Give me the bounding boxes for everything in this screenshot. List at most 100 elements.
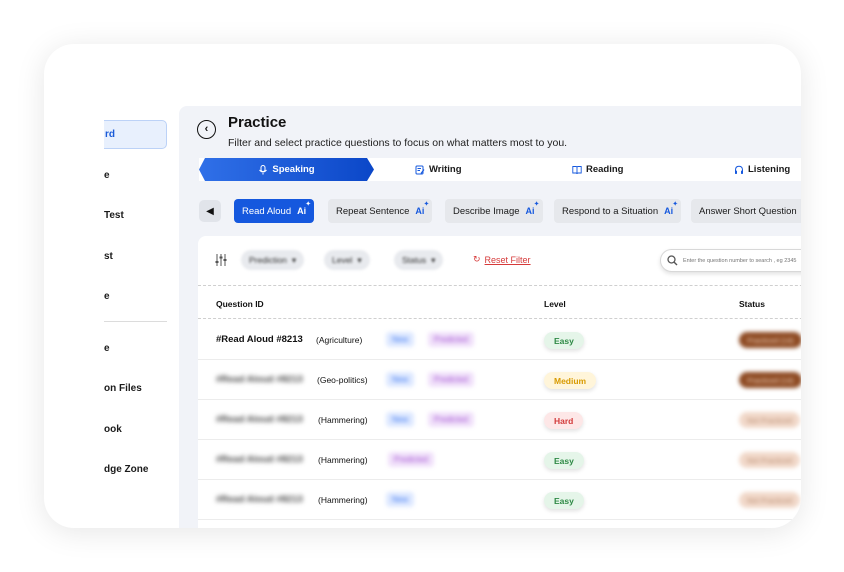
back-button[interactable]: ‹ xyxy=(197,120,216,139)
predicted-badge: Predicted xyxy=(428,412,474,427)
column-header-status: Status xyxy=(739,299,765,309)
sidebar-item-label: on Files xyxy=(104,383,142,394)
level-filter-dropdown[interactable]: Level ▾ xyxy=(324,250,370,270)
skill-tabs: Speaking Writing Reading Listening xyxy=(199,158,801,181)
sidebar-divider xyxy=(104,321,167,322)
level-badge: Easy xyxy=(544,332,584,349)
sidebar-item-6[interactable]: e xyxy=(104,343,110,354)
chevron-down-icon: ▾ xyxy=(431,254,436,265)
sidebar-item-dashboard[interactable]: rd xyxy=(104,120,167,149)
qtype-label: Read Aloud xyxy=(242,205,292,217)
status-badge: Practiced (14) xyxy=(739,372,801,388)
tab-label: Writing xyxy=(429,164,462,175)
status-badge: Not Practiced xyxy=(739,492,801,508)
sidebar-item-test[interactable]: Test xyxy=(104,210,124,221)
app-frame: rd e Test st e e on Files ook dge Zone ‹… xyxy=(104,106,801,528)
prediction-filter-dropdown[interactable]: Prediction ▾ xyxy=(241,250,305,270)
filter-label: Status xyxy=(402,255,427,265)
questions-panel: Prediction ▾ Level ▾ Status ▾ ↻ Reset Fi… xyxy=(198,236,801,528)
search-input[interactable] xyxy=(683,257,801,264)
qtype-answer-short-question[interactable]: Answer Short Question Ai xyxy=(691,199,801,223)
page-title: Practice xyxy=(228,114,287,131)
predicted-badge: Predicted xyxy=(428,372,474,387)
sidebar-item-book[interactable]: ook xyxy=(104,424,122,435)
sidebar-item-2[interactable]: e xyxy=(104,170,110,181)
sidebar-item-4[interactable]: st xyxy=(104,251,113,262)
tab-reading[interactable]: Reading xyxy=(572,158,623,181)
qtype-label: Respond to a Situation xyxy=(562,205,659,217)
sidebar-item-5[interactable]: e xyxy=(104,291,110,302)
sidebar-item-label: rd xyxy=(105,129,115,140)
qtype-read-aloud[interactable]: Read Aloud Ai xyxy=(234,199,315,223)
qtype-repeat-sentence[interactable]: Repeat Sentence Ai xyxy=(328,199,433,223)
new-badge: New xyxy=(386,372,415,387)
question-id: #Read Aloud #8213 xyxy=(216,494,303,505)
table-row[interactable]: #Read Aloud #8213 (Agriculture) New Pred… xyxy=(198,320,801,360)
level-badge: Easy xyxy=(544,492,584,509)
sidebar-item-files[interactable]: on Files xyxy=(104,383,142,394)
tab-label: Reading xyxy=(586,164,624,175)
filter-label: Prediction xyxy=(249,255,287,265)
predicted-badge: Predicted xyxy=(388,452,434,467)
sidebar: rd e Test st e e on Files ook dge Zone xyxy=(104,106,179,528)
mic-icon xyxy=(259,164,268,174)
chevron-left-icon: ◀ xyxy=(206,205,214,217)
book-icon xyxy=(572,165,582,174)
filter-label: Level xyxy=(332,255,353,265)
status-badge: Not Practiced xyxy=(739,412,801,428)
question-id: #Read Aloud #8213 xyxy=(216,334,303,345)
qtype-label: Answer Short Question xyxy=(699,205,797,217)
sidebar-item-label: Test xyxy=(104,210,124,221)
table-row[interactable]: #Read Aloud #8213 (Hammering) Predicted … xyxy=(198,440,801,480)
tab-writing[interactable]: Writing xyxy=(415,158,462,181)
sliders-icon[interactable] xyxy=(214,253,228,267)
main-content: ‹ Practice Filter and select practice qu… xyxy=(179,106,801,528)
sidebar-item-label: ook xyxy=(104,424,122,435)
question-id: #Read Aloud #8213 xyxy=(216,414,303,425)
question-topic: (Geo-politics) xyxy=(317,375,368,385)
level-badge: Hard xyxy=(544,412,584,429)
device-card: rd e Test st e e on Files ook dge Zone ‹… xyxy=(44,44,801,528)
question-topic: (Hammering) xyxy=(318,455,368,465)
column-header-id: Question ID xyxy=(216,299,264,309)
sidebar-item-label: dge Zone xyxy=(104,464,149,475)
table-row[interactable]: #Read Aloud #8213 (Geo-politics) New Pre… xyxy=(198,360,801,400)
qtype-describe-image[interactable]: Describe Image Ai xyxy=(445,199,543,223)
refresh-icon: ↻ xyxy=(473,254,481,264)
table-row[interactable]: #Read Aloud #8213 (Hammering) New Predic… xyxy=(198,400,801,440)
tab-label: Speaking xyxy=(272,164,315,175)
headphones-icon xyxy=(735,165,743,174)
reset-filter-link[interactable]: ↻ Reset Filter xyxy=(473,254,531,265)
level-badge: Medium xyxy=(544,372,597,389)
filter-divider xyxy=(198,285,801,286)
chevron-down-icon: ▾ xyxy=(291,254,297,265)
sidebar-item-knowledge-zone[interactable]: dge Zone xyxy=(104,464,148,475)
new-badge: New xyxy=(386,332,415,347)
question-types-prev-button[interactable]: ◀ xyxy=(199,200,221,222)
ai-sparkle-icon: Ai xyxy=(664,200,678,216)
tab-speaking[interactable]: Speaking xyxy=(199,158,374,181)
level-badge: Easy xyxy=(544,452,584,469)
question-search[interactable] xyxy=(660,249,801,272)
header-divider xyxy=(198,318,801,319)
sidebar-item-label: e xyxy=(104,170,110,181)
status-filter-dropdown[interactable]: Status ▾ xyxy=(394,250,444,270)
question-id: #Read Aloud #8213 xyxy=(216,374,303,385)
qtype-respond-situation[interactable]: Respond to a Situation Ai xyxy=(554,199,682,223)
pencil-doc-icon xyxy=(415,165,425,174)
page-subtitle: Filter and select practice questions to … xyxy=(228,137,568,149)
sidebar-item-label: e xyxy=(104,343,110,354)
table-row[interactable]: #Read Aloud #8213 (Hammering) New Easy N… xyxy=(198,480,801,520)
tab-listening[interactable]: Listening xyxy=(734,158,790,181)
reset-filter-label: Reset Filter xyxy=(484,254,531,265)
sidebar-item-label: e xyxy=(104,291,110,302)
new-badge: New xyxy=(386,412,415,427)
new-badge: New xyxy=(386,492,415,507)
chevron-left-icon: ‹ xyxy=(204,123,209,135)
qtype-label: Repeat Sentence xyxy=(336,205,410,217)
predicted-badge: Predicted xyxy=(428,332,474,347)
question-topic: (Hammering) xyxy=(318,495,368,505)
qtype-label: Describe Image xyxy=(453,205,520,217)
status-badge: Not Practiced xyxy=(739,452,801,468)
question-id: #Read Aloud #8213 xyxy=(216,454,303,465)
